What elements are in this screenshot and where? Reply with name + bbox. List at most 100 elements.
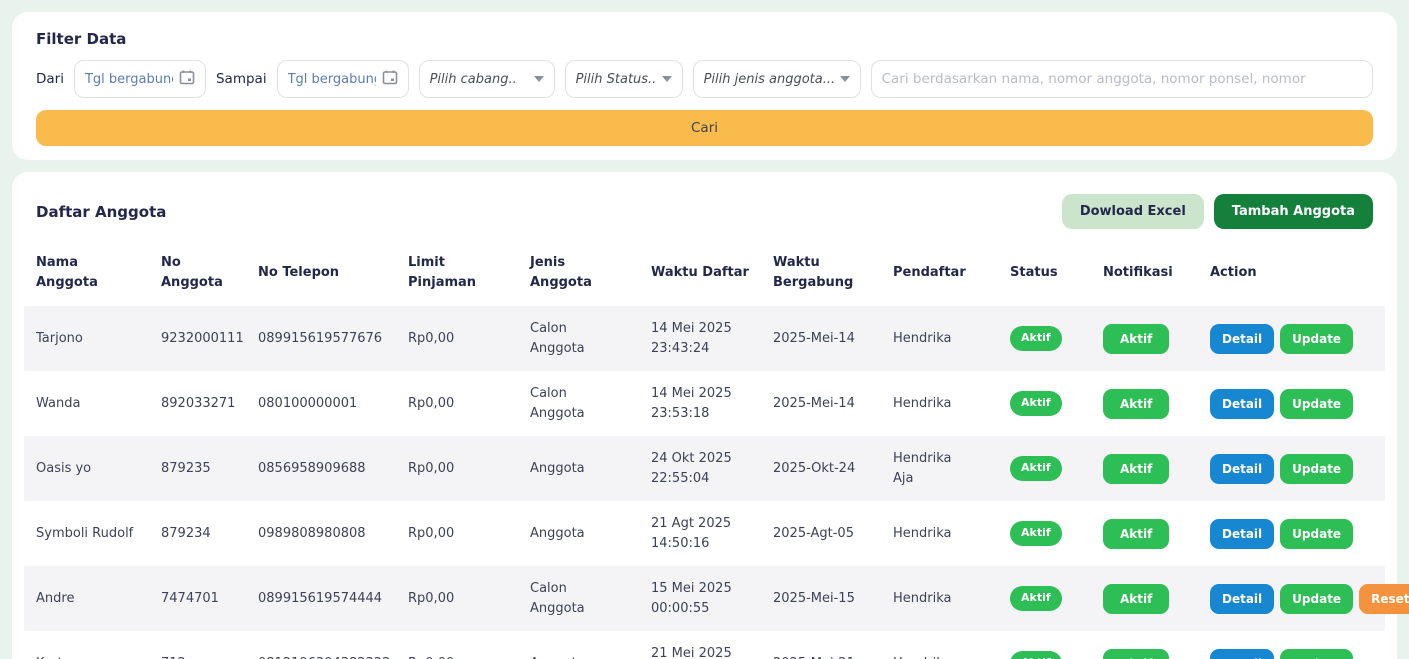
limit-pinjaman-cell: Rp0,00 <box>396 524 518 544</box>
action-buttons: DetailUpdate <box>1198 454 1385 484</box>
action-buttons: DetailUpdate <box>1198 519 1385 549</box>
no-telepon-cell: 0856958909688 <box>246 459 396 479</box>
nama-anggota-cell: Symboli Rudolf <box>24 524 149 544</box>
no-anggota-cell: 9232000111 <box>149 329 246 349</box>
waktu-daftar-date: 14 Mei 2025 <box>651 384 749 404</box>
waktu-daftar-cell: 14 Mei 2025 23:43:24 <box>639 319 761 358</box>
waktu-daftar-cell: 21 Mei 2025 14:26:28 <box>639 644 761 659</box>
sampai-label: Sampai <box>216 71 267 87</box>
update-button[interactable]: Update <box>1280 454 1353 484</box>
no-telepon-cell: 080100000001 <box>246 394 396 414</box>
calendar-icon[interactable] <box>179 69 195 89</box>
download-excel-button[interactable]: Dowload Excel <box>1062 194 1204 229</box>
action-buttons: DetailUpdate <box>1198 389 1385 419</box>
date-from-input[interactable]: Tgl bergabung <box>74 60 206 98</box>
pendaftar-cell: Hendrika <box>881 524 998 544</box>
column-header: Status <box>998 263 1091 283</box>
column-header: Waktu Bergabung <box>761 253 881 292</box>
jenis-anggota-value: Anggota <box>530 524 585 544</box>
waktu-daftar-date: 15 Mei 2025 <box>651 579 749 599</box>
limit-pinjaman-cell: Rp0,00 <box>396 459 518 479</box>
notifikasi-button[interactable]: Aktif <box>1103 584 1169 614</box>
column-header: Nama Anggota <box>24 253 149 292</box>
waktu-daftar-date: 24 Okt 2025 <box>651 449 749 469</box>
update-button[interactable]: Update <box>1280 649 1353 659</box>
no-anggota-cell: 879235 <box>149 459 246 479</box>
notifikasi-button[interactable]: Aktif <box>1103 324 1169 354</box>
filter-title: Filter Data <box>24 26 1385 60</box>
no-anggota-cell: 892033271 <box>149 394 246 414</box>
dari-label: Dari <box>36 71 64 87</box>
limit-pinjaman-cell: Rp0,00 <box>396 329 518 349</box>
column-header: Action <box>1198 263 1385 283</box>
date-to-placeholder: Tgl bergabung <box>288 72 376 87</box>
nama-anggota-cell: Andre <box>24 589 149 609</box>
jenis-anggota-value: Anggota <box>530 654 585 659</box>
nama-anggota-cell: Oasis yo <box>24 459 149 479</box>
column-header: Jenis Anggota <box>518 253 639 292</box>
limit-pinjaman-cell: Rp0,00 <box>396 589 518 609</box>
action-buttons: DetailUpdate <box>1198 324 1385 354</box>
waktu-daftar-cell: 24 Okt 2025 22:55:04 <box>639 449 761 488</box>
status-select[interactable]: Pilih Status.. <box>565 60 683 98</box>
notifikasi-button[interactable]: Aktif <box>1103 389 1169 419</box>
waktu-daftar-time: 23:53:18 <box>651 404 749 424</box>
pendaftar-cell: Hendrika <box>881 394 998 414</box>
notifikasi-cell: Aktif <box>1091 584 1198 614</box>
waktu-daftar-date: 21 Mei 2025 <box>651 644 749 659</box>
jenis-anggota-select[interactable]: Pilih jenis anggota.... <box>693 60 861 98</box>
update-button[interactable]: Update <box>1280 324 1353 354</box>
calendar-icon[interactable] <box>382 69 398 89</box>
cari-button[interactable]: Cari <box>36 110 1373 146</box>
no-telepon-cell: 0989808980808 <box>246 524 396 544</box>
action-buttons: DetailUpdateReset PIN <box>1198 584 1409 614</box>
tambah-anggota-button[interactable]: Tambah Anggota <box>1214 194 1373 229</box>
status-badge: Aktif <box>1010 456 1062 481</box>
pendaftar-cell: Hendrika Aja <box>881 449 998 488</box>
limit-pinjaman-cell: Rp0,00 <box>396 394 518 414</box>
update-button[interactable]: Update <box>1280 519 1353 549</box>
detail-button[interactable]: Detail <box>1210 519 1274 549</box>
jenis-anggota-cell: Anggota <box>518 654 639 659</box>
chevron-down-icon <box>534 76 544 82</box>
detail-button[interactable]: Detail <box>1210 584 1274 614</box>
pendaftar-cell: Hendrika <box>881 654 998 659</box>
waktu-daftar-time: 00:00:55 <box>651 599 749 619</box>
no-telepon-cell: 0812196304382322 <box>246 654 396 659</box>
jenis-anggota-cell: Anggota <box>518 459 639 479</box>
reset-pin-button[interactable]: Reset PIN <box>1359 584 1409 614</box>
jenis-anggota-cell: Anggota <box>518 524 639 544</box>
pendaftar-cell: Hendrika <box>881 329 998 349</box>
status-cell: Aktif <box>998 586 1091 611</box>
status-badge: Aktif <box>1010 391 1062 416</box>
detail-button[interactable]: Detail <box>1210 649 1274 659</box>
table-row: Andre 7474701 089915619574444 Rp0,00 Cal… <box>24 566 1385 631</box>
update-button[interactable]: Update <box>1280 389 1353 419</box>
status-badge: Aktif <box>1010 651 1062 659</box>
jenis-anggota-value: Anggota <box>530 459 585 479</box>
cabang-select-value: Pilih cabang.. <box>430 72 517 87</box>
detail-button[interactable]: Detail <box>1210 454 1274 484</box>
waktu-bergabung-cell: 2025-Mei-15 <box>761 589 881 609</box>
notifikasi-button[interactable]: Aktif <box>1103 649 1169 659</box>
update-button[interactable]: Update <box>1280 584 1353 614</box>
status-cell: Aktif <box>998 651 1091 659</box>
column-header: Waktu Daftar <box>639 263 761 283</box>
detail-button[interactable]: Detail <box>1210 389 1274 419</box>
status-badge: Aktif <box>1010 521 1062 546</box>
no-telepon-cell: 089915619577676 <box>246 329 396 349</box>
detail-button[interactable]: Detail <box>1210 324 1274 354</box>
member-list-panel: Daftar Anggota Dowload Excel Tambah Angg… <box>12 172 1397 659</box>
pendaftar-cell: Hendrika <box>881 589 998 609</box>
notifikasi-button[interactable]: Aktif <box>1103 454 1169 484</box>
waktu-bergabung-cell: 2025-Mei-21 <box>761 654 881 659</box>
search-input[interactable] <box>882 71 1362 87</box>
column-header: Notifikasi <box>1091 263 1198 283</box>
column-header: No Anggota <box>149 253 246 292</box>
filter-panel: Filter Data Dari Tgl bergabung Sampai Tg… <box>12 12 1397 160</box>
jenis-anggota-select-value: Pilih jenis anggota.... <box>704 72 834 87</box>
notifikasi-button[interactable]: Aktif <box>1103 519 1169 549</box>
table-topbar: Daftar Anggota Dowload Excel Tambah Angg… <box>24 186 1385 247</box>
cabang-select[interactable]: Pilih cabang.. <box>419 60 555 98</box>
date-to-input[interactable]: Tgl bergabung <box>277 60 409 98</box>
